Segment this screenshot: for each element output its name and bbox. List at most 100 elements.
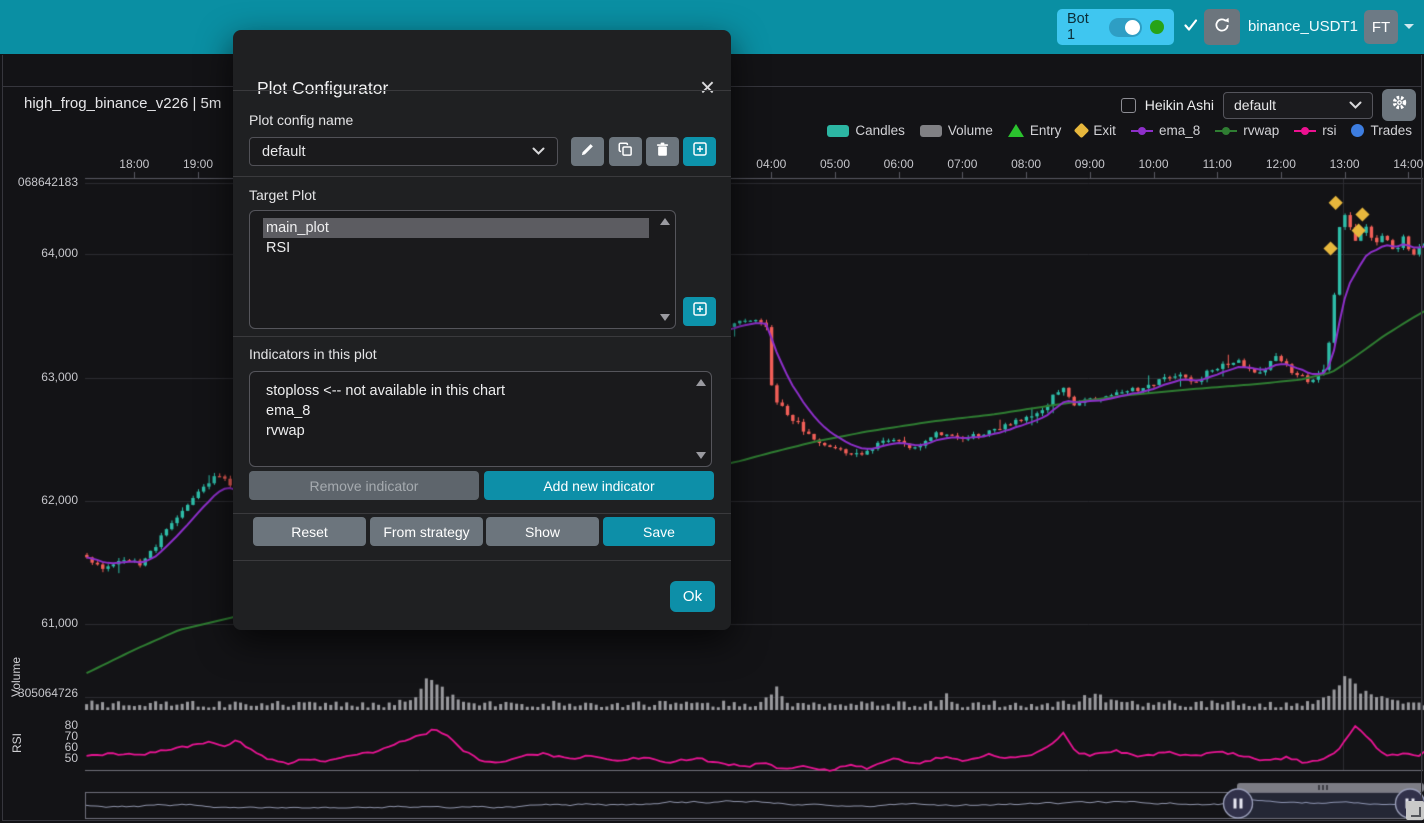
delete-config-button[interactable] — [646, 137, 679, 166]
legend-label: Entry — [1030, 123, 1062, 138]
duplicate-config-button[interactable] — [609, 137, 642, 166]
plus-square-icon — [692, 141, 708, 162]
target-plot-listbox[interactable]: main_plotRSI — [249, 210, 676, 329]
add-target-plot-button[interactable] — [683, 297, 716, 326]
from-strategy-button[interactable]: From strategy — [370, 517, 483, 546]
time-axis-label: 19:00 — [176, 157, 220, 171]
pencil-icon — [580, 142, 595, 162]
add-config-button[interactable] — [683, 137, 716, 166]
heikin-ashi-label: Heikin Ashi — [1145, 97, 1214, 113]
remove-indicator-button[interactable]: Remove indicator — [249, 471, 479, 500]
content-frame-left — [2, 55, 3, 821]
refresh-icon — [1213, 16, 1231, 39]
target-plot-item-rsi[interactable]: RSI — [263, 238, 649, 258]
time-axis-label: 12:00 — [1259, 157, 1303, 171]
volume-axis-title: Volume — [9, 647, 23, 707]
plot-config-select[interactable]: default — [1223, 92, 1373, 119]
legend-item-trades[interactable]: Trades — [1351, 123, 1412, 138]
entry-legend-icon — [1008, 124, 1024, 137]
time-axis-label: 10:00 — [1132, 157, 1176, 171]
legend-item-ema_8[interactable]: ema_8 — [1131, 123, 1200, 138]
target-plot-label: Target Plot — [249, 187, 316, 203]
legend-label: Exit — [1093, 123, 1116, 138]
time-axis-label: 09:00 — [1068, 157, 1112, 171]
legend-label: ema_8 — [1159, 123, 1200, 138]
plot-configurator-button[interactable] — [1382, 89, 1416, 121]
rsi-axis-title: RSI — [10, 723, 24, 763]
legend-label: Candles — [855, 123, 905, 138]
price-axis-label: 64,000 — [0, 246, 78, 260]
refresh-button[interactable] — [1204, 9, 1240, 45]
ema_8-legend-icon — [1131, 125, 1153, 137]
copy-icon — [618, 142, 633, 162]
show-button[interactable]: Show — [486, 517, 599, 546]
bot-pair-label: binance_USDT1 — [1248, 18, 1358, 35]
scroll-down-icon[interactable] — [696, 452, 706, 459]
legend-item-exit[interactable]: Exit — [1076, 123, 1116, 138]
indicators-listbox[interactable]: stoploss <-- not available in this chart… — [249, 371, 712, 467]
price-axis-label: 61,000 — [0, 616, 78, 630]
indicator-item[interactable]: ema_8 — [263, 401, 685, 421]
trash-icon — [655, 142, 670, 162]
chevron-down-icon — [1349, 97, 1362, 113]
time-axis-label: 11:00 — [1195, 157, 1239, 171]
plot-config-select-value: default — [1234, 97, 1276, 113]
time-axis-label: 06:00 — [877, 157, 921, 171]
chart-title: high_frog_binance_v226 | 5m — [24, 95, 221, 112]
time-axis-label: 13:00 — [1323, 157, 1367, 171]
price-axis-label: 63,000 — [0, 370, 78, 384]
indicator-item[interactable]: stoploss <-- not available in this chart — [263, 381, 685, 401]
scroll-down-icon[interactable] — [660, 314, 670, 321]
price-axis-label: 62,000 — [0, 493, 78, 507]
legend-label: rsi — [1322, 123, 1336, 138]
legend-label: rvwap — [1243, 123, 1279, 138]
time-axis-label: 14:00 — [1386, 157, 1424, 171]
edit-config-button[interactable] — [571, 137, 604, 166]
chart-legend: Candles Volume Entry Exit ema_8 rvwap rsi Trade… — [827, 123, 1412, 138]
content-frame-bottom — [2, 820, 1422, 821]
save-button[interactable]: Save — [603, 517, 715, 546]
price-axis-label: 068642183 — [0, 175, 78, 189]
plot-config-name-value: default — [262, 144, 306, 160]
legend-item-rvwap[interactable]: rvwap — [1215, 123, 1279, 138]
ok-button[interactable]: Ok — [670, 581, 715, 612]
bot-toggle[interactable] — [1109, 18, 1143, 37]
candles-legend-icon — [827, 125, 849, 137]
close-icon[interactable]: × — [700, 74, 715, 100]
rsi-legend-icon — [1294, 125, 1316, 137]
trades-legend-icon — [1351, 124, 1364, 137]
legend-item-rsi[interactable]: rsi — [1294, 123, 1336, 138]
gear-icon — [1391, 94, 1408, 116]
exit-legend-icon — [1074, 123, 1090, 139]
target-plot-item-main_plot[interactable]: main_plot — [263, 218, 649, 238]
time-axis-label: 05:00 — [813, 157, 857, 171]
avatar[interactable]: FT — [1364, 10, 1398, 44]
plot-configurator-dialog: Plot Configurator × Plot config name def… — [233, 30, 731, 630]
legend-item-volume[interactable]: Volume — [920, 123, 993, 138]
bot-name-label: Bot 1 — [1067, 11, 1101, 43]
scroll-up-icon[interactable] — [660, 218, 670, 225]
rvwap-legend-icon — [1215, 125, 1237, 137]
bot-status-dot — [1150, 20, 1164, 34]
dialog-title: Plot Configurator — [257, 78, 388, 99]
time-axis-label: 04:00 — [749, 157, 793, 171]
legend-item-candles[interactable]: Candles — [827, 123, 905, 138]
heikin-ashi-checkbox[interactable] — [1121, 98, 1136, 113]
chevron-down-icon — [532, 144, 545, 160]
time-axis-label: 18:00 — [112, 157, 156, 171]
time-axis-label: 08:00 — [1004, 157, 1048, 171]
legend-label: Trades — [1370, 123, 1412, 138]
legend-item-entry[interactable]: Entry — [1008, 123, 1062, 138]
chevron-down-icon[interactable] — [1404, 24, 1414, 29]
reset-button[interactable]: Reset — [253, 517, 366, 546]
volume-legend-icon — [920, 125, 942, 137]
plot-config-name-select[interactable]: default — [249, 137, 558, 166]
indicator-item[interactable]: rvwap — [263, 421, 685, 441]
plus-square-icon — [692, 301, 708, 322]
add-new-indicator-button[interactable]: Add new indicator — [484, 471, 714, 500]
legend-label: Volume — [948, 123, 993, 138]
bot-selector[interactable]: Bot 1 — [1057, 9, 1174, 45]
scroll-up-icon[interactable] — [696, 379, 706, 386]
resize-grip[interactable] — [1406, 801, 1424, 820]
check-icon — [1183, 17, 1199, 38]
